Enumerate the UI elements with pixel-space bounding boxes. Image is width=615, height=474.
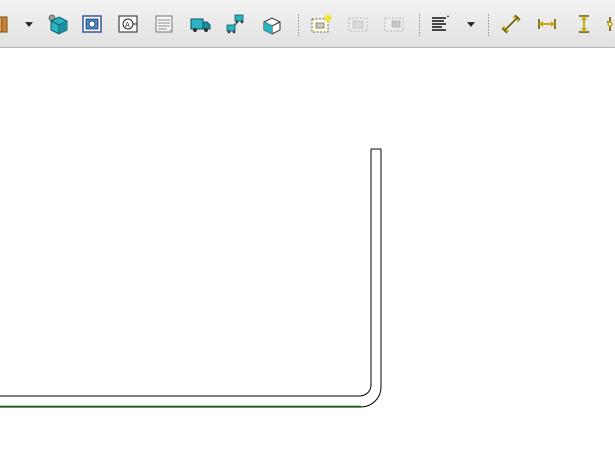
truck-pair-icon[interactable] bbox=[224, 12, 248, 36]
truck-icon[interactable] bbox=[188, 12, 212, 36]
frame-view-icon[interactable] bbox=[80, 12, 104, 36]
toolbar-separator bbox=[419, 14, 420, 36]
table-list-icon[interactable] bbox=[152, 12, 176, 36]
toolbar-separator bbox=[488, 14, 489, 36]
panel-outer-outline bbox=[0, 149, 382, 408]
drawing-svg bbox=[0, 148, 382, 408]
main-toolbar: A bbox=[0, 0, 615, 48]
text-align-icon[interactable] bbox=[428, 12, 452, 36]
select-region-icon[interactable] bbox=[309, 12, 333, 36]
annotation-view-icon[interactable]: A bbox=[116, 12, 140, 36]
aligned-dimension-icon[interactable] bbox=[499, 12, 523, 36]
horizontal-dimension-icon[interactable] bbox=[535, 12, 559, 36]
panel-inner-outline bbox=[0, 149, 372, 397]
chevron-down-icon[interactable] bbox=[24, 18, 34, 30]
door-part-icon[interactable] bbox=[0, 12, 12, 36]
chevron-down-icon[interactable] bbox=[466, 18, 476, 30]
cad-application: A bbox=[0, 0, 615, 474]
chain-dimension-icon[interactable] bbox=[603, 12, 615, 36]
box-outline-icon[interactable] bbox=[260, 12, 284, 36]
toolbar-separator bbox=[298, 14, 299, 36]
copy-region-icon[interactable] bbox=[346, 12, 370, 36]
move-region-icon[interactable] bbox=[382, 12, 406, 36]
3d-box-cyan-icon[interactable] bbox=[46, 12, 70, 36]
vertical-dimension-icon[interactable] bbox=[572, 12, 596, 36]
drawing-canvas[interactable] bbox=[0, 48, 615, 474]
svg-text:A: A bbox=[125, 21, 130, 29]
